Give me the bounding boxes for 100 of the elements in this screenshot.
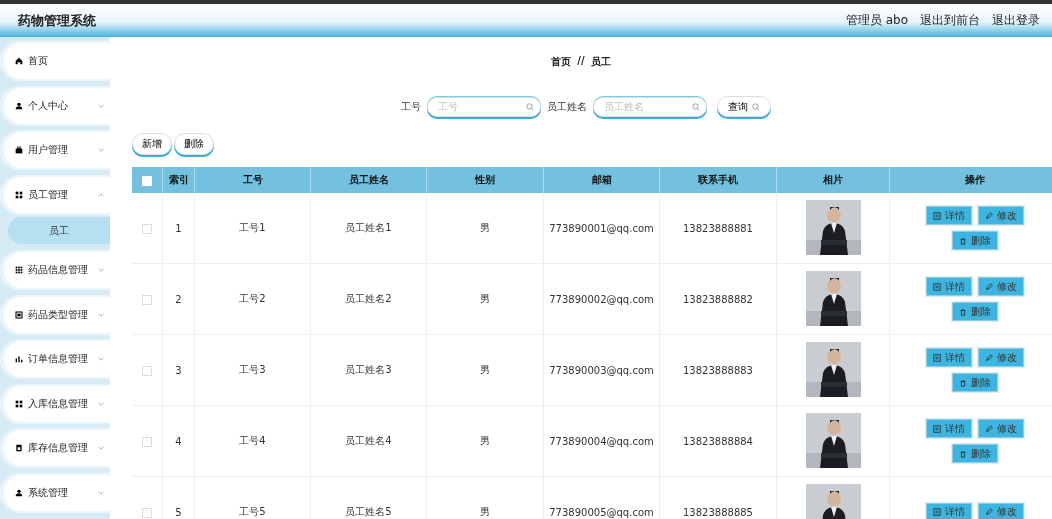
edit-button[interactable]: 修改 bbox=[978, 277, 1024, 296]
header-link[interactable]: 退出登录 bbox=[992, 12, 1040, 29]
checkbox[interactable] bbox=[142, 223, 152, 234]
pencil-icon bbox=[985, 508, 993, 516]
grid-icon bbox=[15, 190, 23, 199]
sidebar-item[interactable]: 入库信息管理 bbox=[4, 385, 110, 422]
delete-button[interactable]: 删除 bbox=[952, 231, 998, 250]
table-cell: 男 bbox=[480, 506, 490, 517]
search-field[interactable]: 员工姓名 bbox=[593, 96, 707, 117]
sidebar-item[interactable]: 首页 bbox=[4, 43, 110, 79]
table-cell: 工号3 bbox=[239, 364, 266, 375]
table-cell: 工号4 bbox=[239, 435, 266, 446]
bar-chart-icon bbox=[15, 355, 23, 363]
table-cell: 员工姓名4 bbox=[345, 435, 392, 446]
trash-icon bbox=[959, 307, 967, 316]
sidebar-item[interactable]: 库存信息管理 bbox=[4, 430, 110, 466]
column-header: 邮箱 bbox=[543, 167, 660, 193]
column-header: 联系手机 bbox=[659, 167, 777, 193]
sidebar-item[interactable]: 个人中心 bbox=[4, 87, 110, 124]
column-header: 相片 bbox=[776, 167, 890, 193]
delete-button[interactable]: 删除 bbox=[174, 133, 214, 155]
table-cell: 13823888885 bbox=[683, 506, 753, 518]
column-header: 性别 bbox=[426, 167, 544, 193]
trash-icon bbox=[959, 378, 967, 387]
document-icon bbox=[15, 444, 23, 452]
field-label: 员工姓名 bbox=[547, 99, 587, 114]
delete-button[interactable]: 删除 bbox=[952, 302, 998, 321]
field-label: 工号 bbox=[401, 99, 421, 114]
table-cell: 3 bbox=[175, 364, 182, 376]
checkbox[interactable] bbox=[142, 294, 152, 305]
table-cell: 773890003@qq.com bbox=[549, 364, 654, 376]
grid-icon bbox=[15, 266, 23, 274]
details-button[interactable]: 详情 bbox=[926, 419, 972, 438]
breadcrumb-item[interactable]: 首页 bbox=[551, 55, 572, 69]
table-cell: 工号2 bbox=[239, 293, 266, 304]
detail-icon bbox=[933, 353, 941, 362]
admin-user-label: 管理员 abo bbox=[845, 12, 908, 29]
table-cell: 4 bbox=[175, 435, 182, 447]
table-cell: 男 bbox=[480, 222, 490, 233]
search-field[interactable]: 工号 bbox=[427, 96, 541, 117]
table-cell: 13823888884 bbox=[683, 435, 753, 447]
table-cell: 773890002@qq.com bbox=[549, 293, 654, 305]
table-cell: 773890001@qq.com bbox=[549, 222, 654, 234]
home-icon bbox=[15, 57, 23, 65]
table-cell: 男 bbox=[480, 435, 490, 446]
breadcrumb-separator: // bbox=[577, 55, 585, 68]
header-link[interactable]: 退出到前台 bbox=[920, 12, 980, 29]
column-header: 员工姓名 bbox=[310, 167, 427, 193]
table-cell: 男 bbox=[480, 293, 490, 304]
edit-button[interactable]: 修改 bbox=[978, 206, 1024, 225]
edit-button[interactable]: 修改 bbox=[978, 502, 1024, 519]
checkbox[interactable] bbox=[142, 507, 152, 518]
details-button[interactable]: 详情 bbox=[926, 502, 972, 519]
column-header: 工号 bbox=[194, 167, 311, 193]
detail-icon bbox=[933, 508, 941, 516]
user-icon bbox=[15, 488, 23, 497]
sidebar-item[interactable]: 系统管理 bbox=[4, 474, 110, 511]
table-cell: 男 bbox=[480, 364, 490, 375]
grid-icon bbox=[15, 399, 23, 408]
table-cell: 13823888883 bbox=[683, 364, 753, 376]
details-button[interactable]: 详情 bbox=[926, 348, 972, 367]
app-title: 药物管理系统 bbox=[18, 11, 97, 30]
detail-icon bbox=[933, 424, 941, 433]
table-cell: 2 bbox=[175, 293, 182, 305]
sidebar-item[interactable]: 药品类型管理 bbox=[4, 296, 110, 333]
briefcase-icon bbox=[15, 146, 23, 154]
table-cell: 5 bbox=[175, 506, 182, 518]
sidebar-subitem[interactable]: 员工 bbox=[8, 217, 110, 244]
table-cell: 工号1 bbox=[239, 222, 266, 233]
checkbox[interactable] bbox=[142, 365, 152, 376]
search-icon bbox=[752, 102, 760, 111]
details-button[interactable]: 详情 bbox=[926, 277, 972, 296]
trash-icon bbox=[959, 236, 967, 245]
pencil-icon bbox=[985, 424, 993, 433]
detail-icon bbox=[933, 211, 941, 220]
edit-button[interactable]: 修改 bbox=[978, 348, 1024, 367]
table-cell: 773890004@qq.com bbox=[549, 435, 654, 447]
pencil-icon bbox=[985, 353, 993, 362]
search-icon bbox=[692, 102, 700, 111]
table-cell: 13823888881 bbox=[683, 222, 753, 234]
delete-button[interactable]: 删除 bbox=[952, 444, 998, 463]
edit-button[interactable]: 修改 bbox=[978, 419, 1024, 438]
breadcrumb-item[interactable]: 员工 bbox=[590, 55, 611, 69]
delete-button[interactable]: 删除 bbox=[952, 373, 998, 392]
sidebar-item[interactable]: 药品信息管理 bbox=[4, 252, 110, 288]
sidebar-item[interactable]: 员工管理 bbox=[4, 176, 110, 213]
column-header: 索引 bbox=[162, 167, 195, 193]
detail-icon bbox=[933, 282, 941, 291]
pencil-icon bbox=[985, 282, 993, 291]
sidebar-item[interactable]: 订单信息管理 bbox=[4, 341, 110, 377]
details-button[interactable]: 详情 bbox=[926, 206, 972, 225]
box-icon bbox=[15, 310, 23, 319]
add-button[interactable]: 新增 bbox=[132, 133, 172, 155]
pencil-icon bbox=[985, 211, 993, 220]
checkbox[interactable] bbox=[142, 436, 152, 447]
table-cell: 员工姓名1 bbox=[345, 222, 392, 233]
sidebar-item[interactable]: 用户管理 bbox=[4, 132, 110, 168]
table-cell: 工号5 bbox=[239, 506, 266, 517]
search-button[interactable]: 查询 bbox=[717, 96, 771, 117]
table-cell: 1 bbox=[175, 222, 182, 234]
